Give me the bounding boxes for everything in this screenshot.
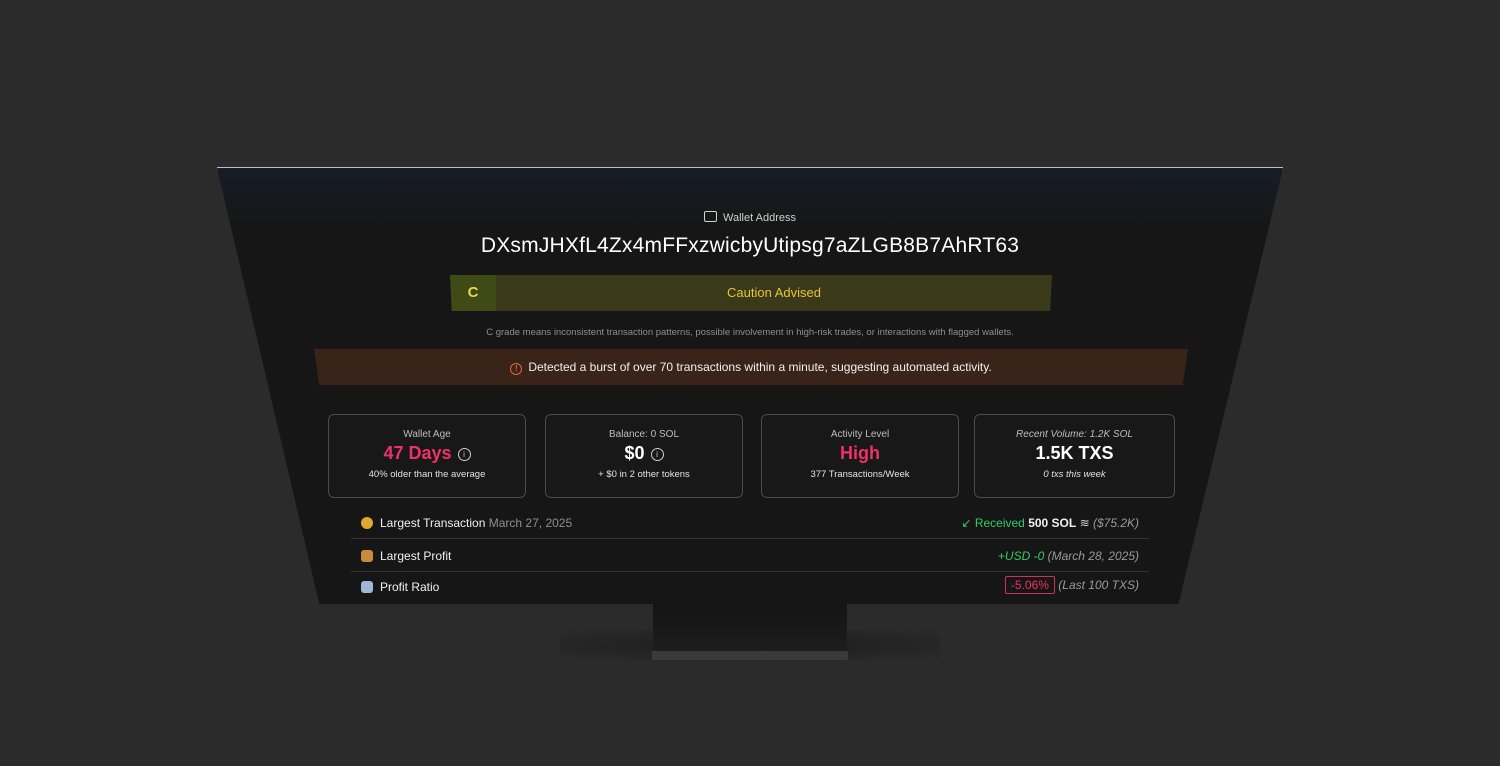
money-face-icon	[361, 517, 373, 529]
card-recent-volume: Recent Volume: 1.2K SOL 1.5K TXS 0 txs t…	[974, 414, 1175, 498]
chart-icon	[361, 581, 373, 593]
monitor-stand	[653, 604, 847, 654]
alert-banner: ! Detected a burst of over 70 transaction…	[314, 349, 1188, 385]
row-largest-profit: Largest Profit +USD -0 (March 28, 2025)	[351, 541, 1149, 572]
received-arrow-icon: ↙	[961, 516, 972, 530]
solana-icon: ≋	[1079, 516, 1090, 530]
info-icon[interactable]: i	[457, 448, 471, 461]
row-profit-ratio: Profit Ratio -5.06% (Last 100 TXS)	[351, 572, 1149, 603]
alert-message: Detected a burst of over 70 transactions…	[528, 360, 992, 374]
grade-status: Caution Advised	[727, 285, 821, 300]
card-balance: Balance: 0 SOL $0 i + $0 in 2 other token…	[545, 414, 743, 498]
wallet-address[interactable]: DXsmJHXfL4Zx4mFFxzwicbyUtipsg7aZLGB8B7Ah…	[217, 234, 1283, 258]
monitor-stand-base	[652, 651, 848, 660]
wallet-address-label: Wallet Address	[217, 211, 1283, 224]
grade-note: C grade means inconsistent transaction p…	[486, 327, 1014, 338]
divider	[351, 538, 1149, 539]
wallet-report: Wallet Address DXsmJHXfL4Zx4mFFxzwicbyUt…	[217, 168, 1283, 604]
row-largest-transaction: Largest Transaction March 27, 2025 ↙ Rec…	[351, 508, 1149, 539]
info-icon[interactable]: i	[650, 448, 664, 461]
card-activity-level: Activity Level High 377 Transactions/Wee…	[761, 414, 959, 498]
monitor-screen: Wallet Address DXsmJHXfL4Zx4mFFxzwicbyUt…	[217, 168, 1283, 604]
alert-icon: !	[510, 363, 523, 375]
money-bag-icon	[361, 550, 373, 562]
wallet-icon	[704, 211, 718, 222]
grade-letter: C	[450, 275, 496, 311]
stage: Wallet Address DXsmJHXfL4Zx4mFFxzwicbyUt…	[0, 0, 1500, 766]
profit-ratio-badge: -5.06%	[1004, 576, 1055, 594]
card-wallet-age: Wallet Age 47 Days i 40% older than the a…	[328, 414, 526, 498]
grade-bar: C Caution Advised	[450, 275, 1052, 311]
